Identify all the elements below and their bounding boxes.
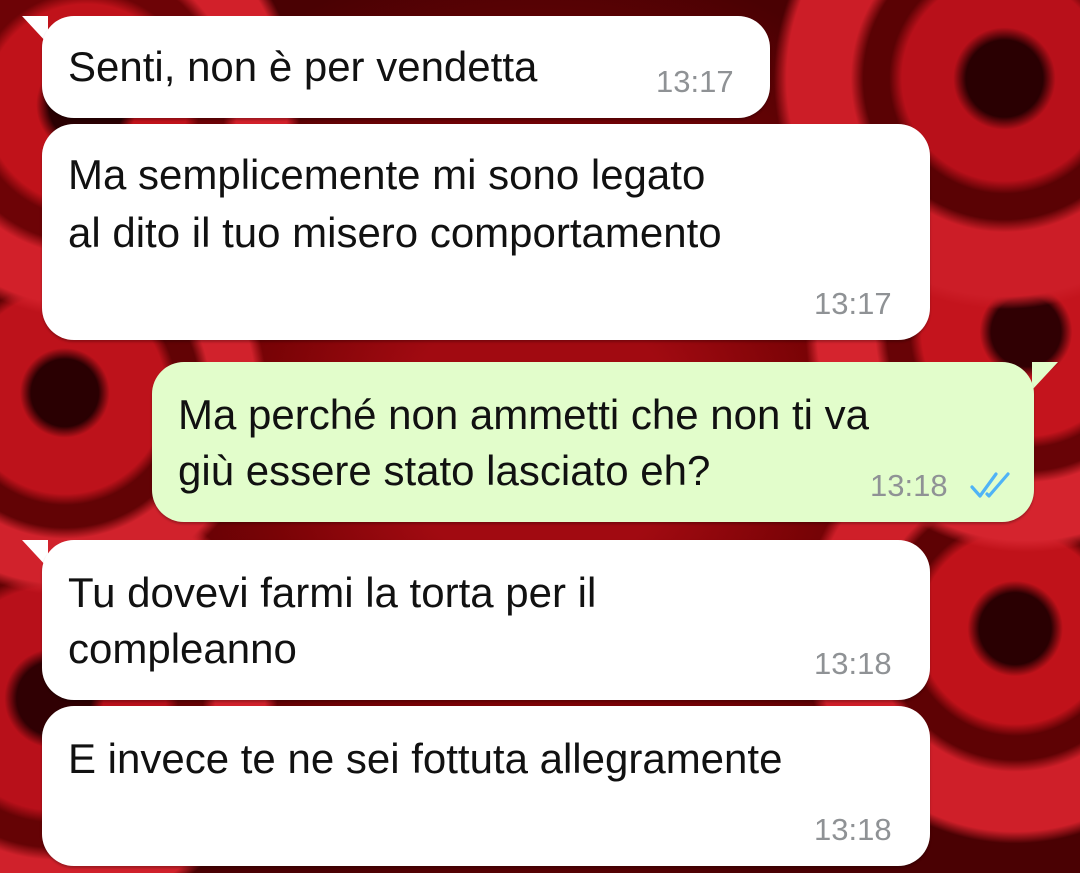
message-timestamp: 13:18 [814,812,892,847]
message-bubble-incoming[interactable]: E invece te ne sei fottuta allegramente … [42,706,930,866]
message-text-line: compleanno [68,625,297,672]
message-text-line: E invece te ne sei fottuta allegramente [68,735,783,782]
message-bubble-incoming[interactable]: Ma semplicemente mi sono legato al dito … [42,124,930,340]
message-text-line: Ma semplicemente mi sono legato [68,151,706,198]
message-timestamp: 13:17 [814,286,892,321]
message-bubble-incoming[interactable]: Senti, non è per vendetta 13:17 [42,16,770,118]
bubble-tail [1032,362,1058,390]
message-timestamp: 13:17 [656,64,734,99]
message-bubble-outgoing[interactable]: Ma perché non ammetti che non ti va giù … [152,362,1034,522]
message-text-line: giù essere stato lasciato eh? [178,447,711,494]
message-text-line: Tu dovevi farmi la torta per il [68,569,597,616]
message-text-line: al dito il tuo misero comportamento [68,209,722,256]
message-text-line: Ma perché non ammetti che non ti va [178,391,870,438]
message-timestamp: 13:18 [870,468,948,503]
message-text-line: Senti, non è per vendetta [68,43,538,90]
message-bubble-incoming[interactable]: Tu dovevi farmi la torta per il complean… [42,540,930,700]
message-timestamp: 13:18 [814,646,892,681]
double-check-read-icon [970,472,1010,498]
